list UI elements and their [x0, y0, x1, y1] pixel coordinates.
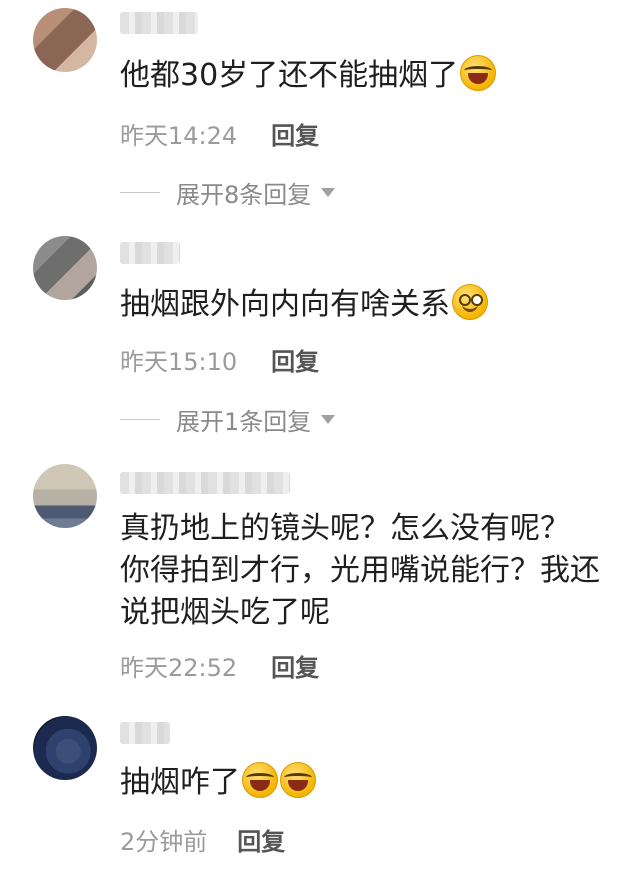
comment-item: 真扔地上的镜头呢？怎么没有呢？ 你得拍到才行，光用嘴说能行？我还 说把烟头吃了呢…: [0, 460, 640, 690]
comment-text: 他都30岁了还不能抽烟了: [120, 55, 620, 97]
comment-text: 真扔地上的镜头呢？怎么没有呢？ 你得拍到才行，光用嘴说能行？我还 说把烟头吃了呢: [120, 508, 620, 634]
comment-text-line: 真扔地上的镜头呢？怎么没有呢？: [120, 511, 570, 546]
reply-button[interactable]: 回复: [237, 822, 285, 857]
comment-time: 昨天22:52: [120, 654, 238, 682]
comment-meta: 昨天15:10 回复: [120, 342, 319, 377]
reply-button[interactable]: 回复: [271, 342, 319, 377]
laugh-cry-emoji-icon: [280, 762, 316, 798]
avatar[interactable]: [33, 8, 97, 72]
divider: [120, 419, 160, 420]
comment-text-content: 抽烟跟外向内向有啥关系: [120, 287, 450, 322]
comment-text-line: 你得拍到才行，光用嘴说能行？我还: [120, 553, 600, 588]
comment-text: 抽烟咋了: [120, 762, 620, 804]
expand-replies-label: 展开8条回复: [176, 181, 312, 209]
comment-time: 昨天15:10: [120, 348, 238, 376]
reply-button[interactable]: 回复: [271, 648, 319, 683]
comment-item: 他都30岁了还不能抽烟了 昨天14:24 回复 展开8条回复: [0, 0, 640, 215]
comment-text: 抽烟跟外向内向有啥关系: [120, 284, 620, 326]
avatar[interactable]: [33, 716, 97, 780]
avatar[interactable]: [33, 464, 97, 528]
expand-replies-button[interactable]: 展开8条回复: [120, 175, 336, 210]
username-blurred[interactable]: [120, 12, 198, 34]
expand-replies-label: 展开1条回复: [176, 408, 312, 436]
username-blurred[interactable]: [120, 722, 170, 744]
comment-meta: 昨天14:24 回复: [120, 116, 319, 151]
comment-meta: 2分钟前 回复: [120, 822, 285, 857]
comment-item: 抽烟咋了 2分钟前 回复: [0, 712, 640, 871]
smile-emoji-icon: [452, 284, 488, 320]
username-blurred[interactable]: [120, 242, 180, 264]
avatar[interactable]: [33, 236, 97, 300]
chevron-down-icon: [321, 188, 336, 197]
comment-text-content: 抽烟咋了: [120, 765, 240, 800]
comment-text-line: 说把烟头吃了呢: [120, 595, 330, 630]
laugh-cry-emoji-icon: [460, 55, 497, 91]
comment-item: 抽烟跟外向内向有啥关系 昨天15:10 回复 展开1条回复: [0, 232, 640, 447]
laugh-cry-emoji-icon: [242, 762, 278, 798]
comment-meta: 昨天22:52 回复: [120, 648, 319, 683]
divider: [120, 192, 160, 193]
comment-text-content: 他都30岁了还不能抽烟了: [120, 58, 459, 93]
username-blurred[interactable]: [120, 472, 290, 494]
reply-button[interactable]: 回复: [271, 116, 319, 151]
chevron-down-icon: [321, 415, 336, 424]
comment-time: 2分钟前: [120, 828, 208, 856]
comment-time: 昨天14:24: [120, 122, 238, 150]
expand-replies-button[interactable]: 展开1条回复: [120, 402, 336, 437]
